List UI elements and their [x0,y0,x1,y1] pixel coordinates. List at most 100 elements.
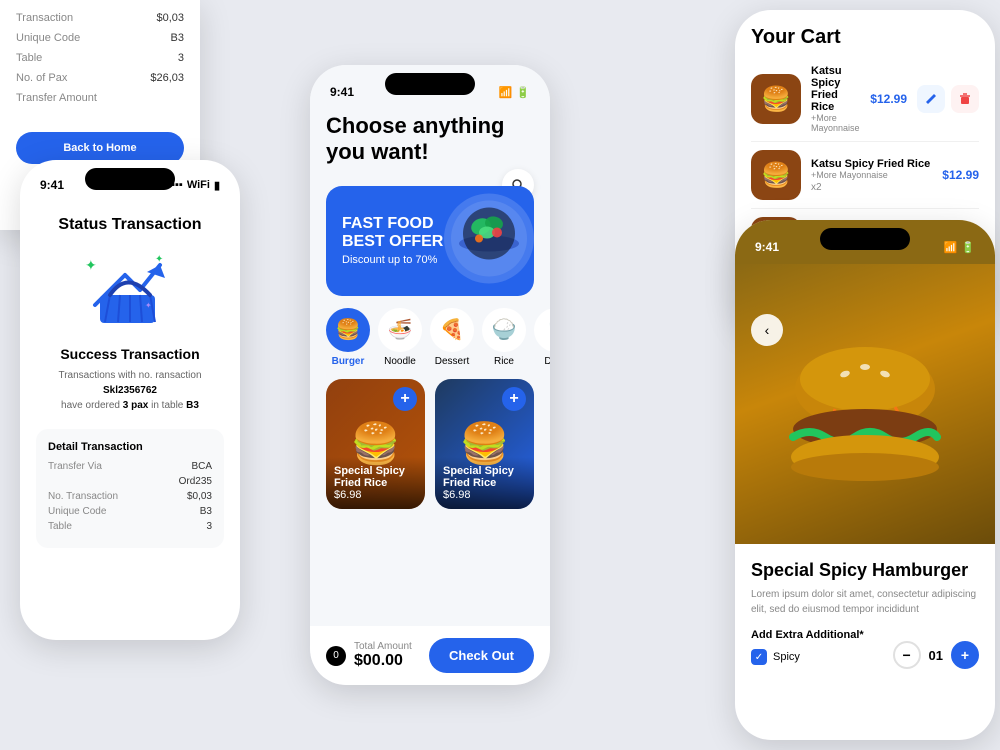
detail-value: 3 [206,521,212,532]
add-food-2-button[interactable]: + [502,387,526,411]
food-name-2: Special Spicy Fried Rice [443,465,526,489]
food-price-2: $6.98 [443,489,526,501]
cart-header: Your Cart [735,10,995,57]
rice-cat-label: Rice [494,356,514,367]
main-status-icons: 📶 🔋 [499,86,530,99]
detail-label: No. Transaction [48,491,118,502]
banner-sub: Discount up to 70% [342,254,443,266]
add-extra-label: Add Extra Additional* [751,629,979,641]
categories-list: 🍔 Burger 🍜 Noodle 🍕 Dessert 🍚 Rice 🥤 [310,308,550,379]
main-notch [385,73,475,95]
detail-row-ord: Ord235 [48,476,212,487]
trans-value: $0,03 [156,12,184,24]
cart-item-2-price: $12.99 [942,168,979,182]
burger-hero-bg [735,264,995,544]
success-desc: Transactions with no. ransaction Skl2356… [36,368,224,413]
svg-text:✦: ✦ [145,301,152,310]
burger-svg-image [765,319,965,519]
phone-detail-card: 9:41 📶 🔋 ‹ [735,220,995,740]
trans-row-code: Unique Code B3 [16,32,184,44]
success-label: Success Transaction [36,346,224,362]
success-basket-icon: ✦ ✦ ✦ [85,250,175,330]
cart-item-2-name: Katsu Spicy Fried Rice [811,158,932,170]
cart-item-2: 🍔 Katsu Spicy Fried Rice +More Mayonnais… [735,142,995,208]
trans-value: $26,03 [150,72,184,84]
category-rice[interactable]: 🍚 Rice [482,308,526,367]
main-checkout-button[interactable]: Check Out [429,638,534,673]
spicy-checkbox[interactable]: ✓ [751,649,767,665]
quantity-minus-button[interactable]: − [893,641,921,669]
food-card-overlay-1: Special Spicy Fried Rice $6.98 [326,457,425,509]
trans-row-transaction: Transaction $0,03 [16,12,184,24]
drink-cat-label: Drink [544,356,550,367]
wifi-icon: WiFi [187,179,210,191]
burger-cat-label: Burger [332,356,365,367]
cart-badge: 0 [326,646,346,666]
detail-back-button[interactable]: ‹ [751,314,783,346]
cart-total-area: 0 Total Amount $00.00 [326,641,412,670]
detail-item-desc: Lorem ipsum dolor sit amet, consectetur … [751,587,979,617]
edit-cart-item-1-button[interactable] [917,85,945,113]
add-food-1-button[interactable]: + [393,387,417,411]
delete-cart-item-1-button[interactable] [951,85,979,113]
svg-text:✦: ✦ [155,254,163,265]
cart-item-1-sub: +More Mayonnaise [811,113,860,133]
trans-row-table: Table 3 [16,52,184,64]
quantity-control: − 01 + [893,641,979,669]
detail-value: B3 [200,506,212,517]
detail-row-dtable: Table 3 [48,521,212,532]
category-noodle[interactable]: 🍜 Noodle [378,308,422,367]
cart-title: Your Cart [751,26,979,49]
detail-value: Ord235 [179,476,212,487]
detail-row-notrans: No. Transaction $0,03 [48,491,212,502]
main-status-time: 9:41 [330,85,354,99]
notch [85,168,175,190]
detail-label: Table [48,521,72,532]
dessert-cat-icon-wrap: 🍕 [430,308,474,352]
category-dessert[interactable]: 🍕 Dessert [430,308,474,367]
category-drink[interactable]: 🥤 Drink [534,308,550,367]
dessert-cat-label: Dessert [435,356,469,367]
success-icon-area: ✦ ✦ ✦ [36,250,224,334]
detail-transaction-title: Detail Transaction [48,441,212,453]
status-icons: ▪▪▪ WiFi ▮ [171,179,220,192]
food-card-overlay-2: Special Spicy Fried Rice $6.98 [435,457,534,509]
category-burger[interactable]: 🍔 Burger [326,308,370,367]
cart-item-1: 🍔 Katsu Spicy Fried Rice +More Mayonnais… [735,57,995,141]
signal-icon: 📶 [499,86,513,99]
cart-item-1-actions [917,85,979,113]
svg-text:✦: ✦ [85,257,97,273]
cart-item-2-qty: x2 [811,182,932,193]
cart-item-1-price: $12.99 [870,92,907,106]
detail-item-name: Special Spicy Hamburger [751,560,979,581]
spicy-label: Spicy [773,651,800,663]
wifi-icon: 🔋 [516,86,530,99]
trans-value: 3 [178,52,184,64]
detail-info-section: Special Spicy Hamburger Lorem ipsum dolo… [735,544,995,685]
quantity-plus-button[interactable]: + [951,641,979,669]
detail-status-icons: 📶 🔋 [944,241,975,254]
detail-status-time: 9:41 [755,240,779,254]
battery-icon: ▮ [214,179,220,192]
quantity-value: 01 [929,648,943,663]
trans-label: Transaction [16,12,73,24]
food-name-1: Special Spicy Fried Rice [334,465,417,489]
food-card-1[interactable]: 🍔 Special Spicy Fried Rice $6.98 + [326,379,425,509]
main-bottom-bar: 0 Total Amount $00.00 Check Out [310,626,550,685]
food-price-1: $6.98 [334,489,417,501]
trans-row-transfer: Transfer Amount [16,92,184,104]
phone-status-card: 9:41 ▪▪▪ WiFi ▮ Status Transaction [20,160,240,640]
phone-main-card: 9:41 📶 🔋 Choose anything you want! FAST … [310,65,550,685]
wifi-icon: 🔋 [961,241,975,254]
rice-cat-icon-wrap: 🍚 [482,308,526,352]
food-card-2[interactable]: 🍔 Special Spicy Fried Rice $6.98 + [435,379,534,509]
detail-label: Transfer Via [48,461,102,472]
detail-notch [820,228,910,250]
total-label: Total Amount [354,641,412,652]
cart-item-1-info: Katsu Spicy Fried Rice +More Mayonnaise [811,65,860,133]
food-grid: 🍔 Special Spicy Fried Rice $6.98 + 🍔 Spe… [310,379,550,509]
burger-cat-icon-wrap: 🍔 [326,308,370,352]
detail-row-via: Transfer Via BCA [48,461,212,472]
cart-item-2-image: 🍔 [751,150,801,200]
detail-row-ucode: Unique Code B3 [48,506,212,517]
